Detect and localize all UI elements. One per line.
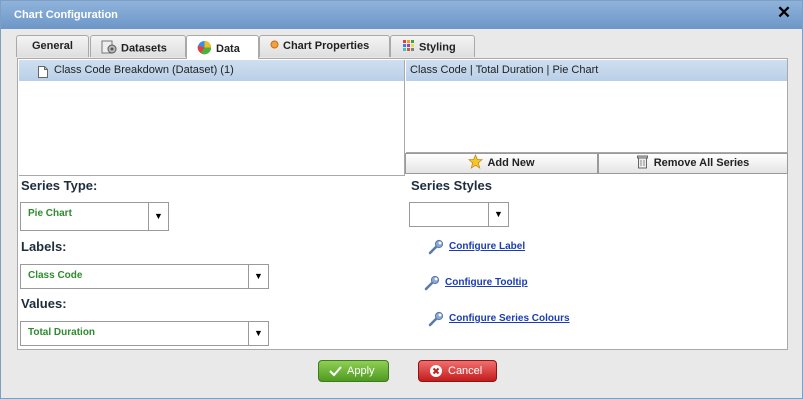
series-styles-select[interactable]: ▼	[409, 202, 509, 227]
dataset-list: Class Code Breakdown (Dataset) (1)	[19, 60, 405, 176]
tab-label: General	[32, 40, 73, 52]
tab-styling[interactable]: Styling	[390, 35, 475, 57]
title-bar: Chart Configuration ✕	[1, 1, 802, 29]
values-label: Values:	[21, 296, 67, 311]
dataset-icon	[101, 40, 117, 57]
tab-general[interactable]: General	[16, 35, 89, 57]
tab-label: Chart Properties	[283, 40, 370, 52]
chevron-down-icon[interactable]: ▼	[248, 322, 268, 345]
chevron-down-icon[interactable]: ▼	[148, 203, 168, 230]
trash-icon	[636, 155, 648, 176]
tab-data[interactable]: Data	[186, 35, 259, 59]
configure-series-colours-link[interactable]: Configure Series Colours	[449, 313, 570, 324]
document-icon	[38, 65, 48, 86]
check-icon	[329, 365, 342, 380]
series-list: Class Code | Total Duration | Pie Chart	[406, 60, 787, 153]
series-type-label: Series Type:	[21, 178, 98, 193]
series-list-item[interactable]: Class Code | Total Duration | Pie Chart	[406, 60, 787, 81]
chart-configuration-dialog: Chart Configuration ✕ General Datasets D…	[0, 0, 803, 399]
chevron-down-icon[interactable]: ▼	[248, 265, 268, 288]
wrench-icon	[428, 311, 444, 327]
chevron-down-icon[interactable]: ▼	[488, 203, 508, 226]
tab-label: Datasets	[121, 42, 167, 55]
remove-all-series-button[interactable]: Remove All Series	[598, 153, 788, 174]
add-new-button[interactable]: Add New	[405, 153, 598, 174]
tab-chart-properties[interactable]: Chart Properties	[259, 35, 390, 57]
data-tab-panel: Class Code Breakdown (Dataset) (1) Class…	[17, 58, 788, 350]
configure-tooltip-link[interactable]: Configure Tooltip	[445, 277, 528, 288]
values-value: Total Duration	[28, 327, 96, 338]
series-type-value: Pie Chart	[28, 208, 72, 219]
labels-value: Class Code	[28, 270, 83, 281]
values-select[interactable]: Total Duration ▼	[20, 321, 269, 346]
tab-datasets[interactable]: Datasets	[90, 35, 186, 57]
configure-label-link[interactable]: Configure Label	[449, 241, 525, 252]
star-icon	[468, 153, 484, 176]
apply-button[interactable]: Apply	[318, 360, 389, 382]
cancel-label: Cancel	[448, 365, 483, 377]
cancel-icon	[429, 364, 443, 381]
remove-all-series-label: Remove All Series	[653, 157, 750, 169]
add-new-label: Add New	[487, 157, 535, 169]
grid-colors-icon	[403, 40, 415, 55]
series-styles-label: Series Styles	[411, 178, 492, 193]
series-name: Class Code | Total Duration | Pie Chart	[410, 64, 599, 76]
labels-label: Labels:	[21, 239, 67, 254]
pie-chart-icon	[197, 40, 212, 58]
tab-label: Styling	[419, 41, 456, 54]
dialog-title: Chart Configuration	[14, 9, 118, 21]
dot-icon	[270, 40, 279, 52]
dataset-list-item[interactable]: Class Code Breakdown (Dataset) (1)	[19, 60, 404, 81]
wrench-icon	[424, 275, 440, 291]
tab-label: Data	[216, 42, 240, 55]
apply-label: Apply	[347, 365, 375, 377]
cancel-button[interactable]: Cancel	[418, 360, 497, 382]
series-type-select[interactable]: Pie Chart ▼	[20, 202, 169, 231]
wrench-icon	[428, 239, 444, 255]
close-icon[interactable]: ✕	[776, 4, 792, 22]
dataset-name: Class Code Breakdown (Dataset) (1)	[54, 64, 234, 76]
labels-select[interactable]: Class Code ▼	[20, 264, 269, 289]
